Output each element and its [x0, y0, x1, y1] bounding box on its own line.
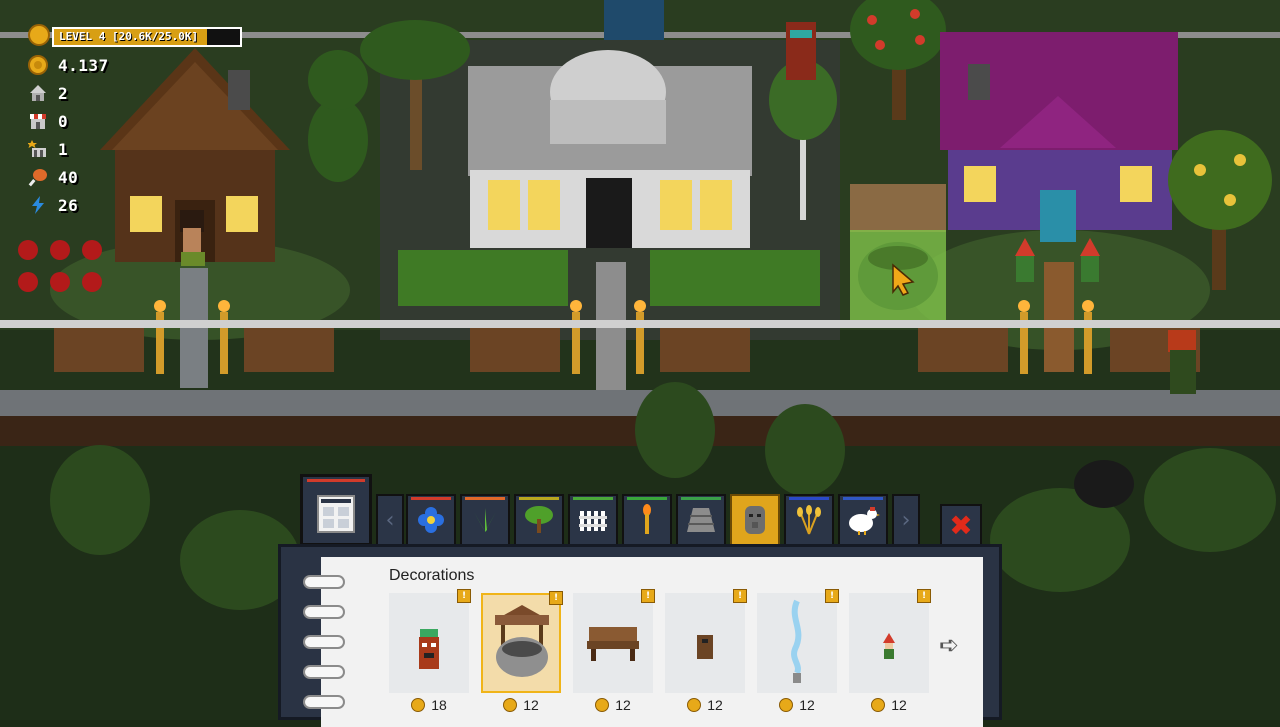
close-build-menu-button[interactable]: ✖: [940, 504, 982, 546]
statue-icon: [745, 506, 765, 534]
category-tab-paths[interactable]: [676, 494, 726, 546]
category-tab-trees[interactable]: [514, 494, 564, 546]
close-icon: ✖: [949, 508, 973, 542]
xp-text: [20.6K/25.0K]: [111, 30, 199, 43]
notebook-ring: [303, 635, 345, 649]
notebook-page: Decorations ! ! ! ! ! ! 18 12 12 12 12 1…: [321, 557, 983, 727]
energy-value: 26: [58, 195, 79, 215]
fountain-icon: [791, 599, 802, 683]
trash-bin-icon: [697, 635, 713, 659]
category-tab-lighting[interactable]: [622, 494, 672, 546]
item-price: 12: [481, 697, 561, 713]
chevron-right-icon: ›: [901, 507, 911, 533]
houses-value: 2: [58, 83, 69, 103]
item-card-wooden-bench[interactable]: !: [573, 589, 655, 693]
notebook-ring: [303, 605, 345, 619]
panel-title: Decorations: [389, 567, 475, 584]
fence-icon: [579, 511, 607, 531]
tiki-totem-icon: [419, 629, 439, 669]
wooden-bench-icon: [587, 627, 639, 661]
coin-icon: [503, 698, 518, 712]
category-tab-flowers[interactable]: [406, 494, 456, 546]
magenta-house[interactable]: [940, 32, 1178, 242]
tiki-totem-placed[interactable]: [786, 22, 816, 80]
category-tab-plants[interactable]: [460, 494, 510, 546]
item-price: 12: [757, 697, 837, 713]
shop-icon: [30, 114, 46, 129]
category-next-button[interactable]: ›: [892, 494, 920, 546]
coins-value: 4.137: [58, 55, 109, 75]
coin-icon: [595, 698, 610, 712]
garden-gnome-icon: [883, 633, 895, 659]
path-icon: [687, 508, 715, 532]
coin-icon: [687, 698, 702, 712]
stone-well-icon: [495, 605, 549, 677]
category-tab-crops[interactable]: [784, 494, 834, 546]
category-tab-animals[interactable]: [838, 494, 888, 546]
lightning-energy-icon: [32, 196, 44, 214]
chicken-icon: [849, 507, 880, 535]
notebook-ring: [303, 575, 345, 589]
coin-icon: [411, 698, 426, 712]
level-label: LEVEL 4: [59, 30, 106, 43]
category-tab-decorations[interactable]: [730, 494, 780, 546]
info-badge-icon[interactable]: !: [641, 589, 655, 603]
blueprint-grid-icon: [317, 495, 355, 533]
item-price: 18: [389, 697, 469, 713]
item-card-garden-gnome[interactable]: !: [849, 589, 931, 693]
meat-food-icon: [28, 169, 47, 187]
house-icon: [30, 85, 46, 101]
shops-value: 0: [58, 111, 69, 131]
food-value: 40: [58, 167, 79, 187]
torch-icon: [643, 504, 651, 534]
item-card-tiki-totem[interactable]: !: [389, 589, 471, 693]
info-badge-icon[interactable]: !: [733, 589, 747, 603]
info-badge-icon[interactable]: !: [549, 591, 563, 605]
item-price: 12: [665, 697, 745, 713]
attraction-icon: [28, 140, 46, 157]
attractions-value: 1: [58, 139, 69, 159]
arrow-right-icon: ➪: [939, 631, 960, 659]
info-badge-icon[interactable]: !: [457, 589, 471, 603]
chevron-left-icon: ‹: [385, 507, 395, 533]
tree-icon: [525, 506, 553, 533]
item-price: 12: [849, 697, 929, 713]
plant-icon: [470, 508, 500, 532]
build-items-panel: Decorations ! ! ! ! ! ! 18 12 12 12 12 1…: [278, 544, 1002, 727]
villager-npc[interactable]: [1168, 330, 1196, 394]
category-prev-button[interactable]: ‹: [376, 494, 404, 546]
item-card-stone-well[interactable]: !: [481, 591, 563, 693]
wheat-icon: [797, 505, 821, 535]
level-star-icon: [28, 24, 50, 46]
bush-tree[interactable]: [308, 50, 368, 182]
info-badge-icon[interactable]: !: [825, 589, 839, 603]
coin-icon: [28, 55, 48, 75]
well-placement-preview[interactable]: [850, 184, 946, 326]
info-badge-icon[interactable]: !: [917, 589, 931, 603]
item-price: 12: [573, 697, 653, 713]
notebook-ring: [303, 665, 345, 679]
items-next-page-button[interactable]: ➪: [939, 631, 959, 659]
item-card-trash-bin[interactable]: !: [665, 589, 747, 693]
category-tab-fences[interactable]: [568, 494, 618, 546]
coin-icon: [779, 698, 794, 712]
item-card-fountain[interactable]: !: [757, 589, 839, 693]
xp-progress-bar: LEVEL 4 [20.6K/25.0K]: [52, 27, 242, 47]
build-menu-tab[interactable]: [300, 474, 372, 546]
notebook-ring: [303, 695, 345, 709]
coin-icon: [871, 698, 886, 712]
flower-icon: [418, 507, 444, 533]
